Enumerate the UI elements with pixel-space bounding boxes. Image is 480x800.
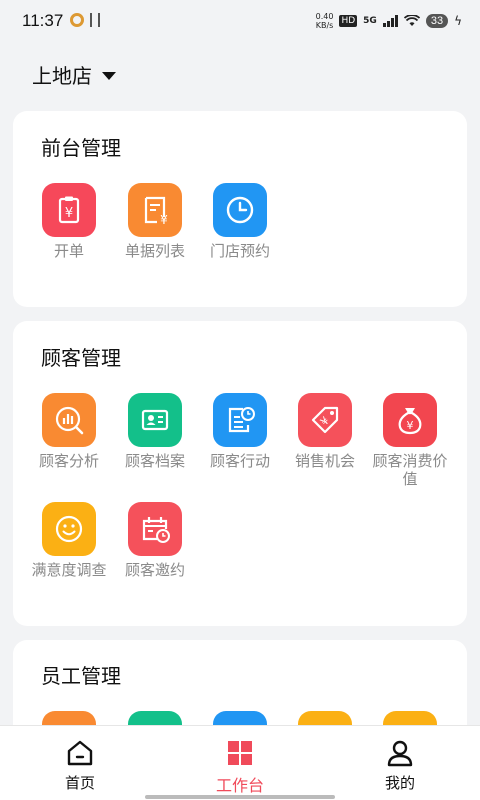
grid-icon (228, 741, 252, 765)
home-indicator (145, 795, 335, 799)
menu-item-label: 顾客消费价值 (372, 452, 448, 488)
smiley-icon (42, 502, 96, 556)
menu-item-store-booking[interactable]: 门店预约 (197, 183, 283, 260)
menu-item-customer-action[interactable]: 顾客行动 (197, 393, 283, 470)
status-bar: 11:37 0.40 KB/s HD 5G 33 ϟ (0, 0, 480, 44)
menu-item-open-order[interactable]: ¥ 开单 (26, 183, 112, 260)
menu-item-customer-file[interactable]: 顾客档案 (112, 393, 198, 470)
tab-home[interactable]: 首页 (35, 738, 125, 793)
clipboard-yen-icon: ¥ (42, 183, 96, 237)
store-selector[interactable]: 上地店 (32, 60, 116, 89)
menu-item-customer-value[interactable]: ¥ 顾客消费价值 (367, 393, 453, 488)
tab-workbench[interactable]: 工作台 (195, 738, 285, 796)
section-front-desk: 前台管理 ¥ 开单 ¥ 单据列表 门店预约 (13, 111, 467, 307)
section-title: 顾客管理 (41, 346, 121, 370)
menu-item-order-list[interactable]: ¥ 单据列表 (112, 183, 198, 260)
menu-item-label: 销售机会 (294, 452, 355, 470)
user-icon (387, 740, 413, 767)
svg-text:¥: ¥ (160, 213, 168, 227)
sync-icon (70, 13, 84, 27)
usb-icon (90, 13, 100, 27)
menu-item-label: 顾客行动 (209, 452, 270, 470)
section-title: 员工管理 (41, 664, 121, 688)
home-icon (67, 740, 93, 766)
hd-badge: HD (339, 15, 358, 27)
menu-item-label: 开单 (53, 242, 84, 260)
section-title: 前台管理 (41, 136, 121, 160)
net-speed: 0.40 KB/s (315, 12, 334, 30)
tab-profile[interactable]: 我的 (355, 738, 445, 793)
tab-label: 首页 (64, 774, 95, 792)
bottom-tab-bar: 首页 工作台 我的 (0, 725, 480, 800)
tab-label: 工作台 (215, 776, 264, 795)
menu-item-label: 顾客档案 (124, 452, 185, 470)
document-clock-icon (213, 393, 267, 447)
signal-icon (382, 15, 398, 27)
menu-item-label: 顾客邀约 (124, 561, 185, 579)
menu-item-satisfaction-survey[interactable]: 满意度调查 (26, 502, 112, 579)
clock-icon (213, 183, 267, 237)
menu-item-sales-opportunity[interactable]: ¥ 销售机会 (282, 393, 368, 470)
svg-text:¥: ¥ (407, 419, 414, 432)
dropdown-caret-icon (102, 71, 116, 80)
menu-item-customer-invite[interactable]: 顾客邀约 (112, 502, 198, 579)
price-tag-icon: ¥ (298, 393, 352, 447)
menu-item-label: 门店预约 (209, 242, 270, 260)
svg-text:¥: ¥ (65, 206, 73, 221)
menu-item-label: 满意度调查 (31, 561, 107, 579)
chart-analysis-icon (42, 393, 96, 447)
money-bag-icon: ¥ (383, 393, 437, 447)
receipt-list-icon: ¥ (128, 183, 182, 237)
network-type: 5G (363, 16, 377, 26)
store-name: 上地店 (32, 64, 92, 88)
id-card-icon (128, 393, 182, 447)
menu-item-label: 顾客分析 (38, 452, 99, 470)
battery-icon: 33 (425, 14, 449, 28)
section-customer: 顾客管理 顾客分析 顾客档案 顾客行动 ¥ 销售机会 ¥ 顾客消费价值 满意度调… (13, 321, 467, 626)
charging-icon: ϟ (454, 14, 462, 28)
calendar-clock-icon (128, 502, 182, 556)
tab-label: 我的 (384, 774, 415, 792)
status-time: 11:37 (22, 11, 64, 30)
menu-item-label: 单据列表 (124, 242, 185, 260)
wifi-icon (403, 15, 420, 26)
menu-item-customer-analysis[interactable]: 顾客分析 (26, 393, 112, 470)
